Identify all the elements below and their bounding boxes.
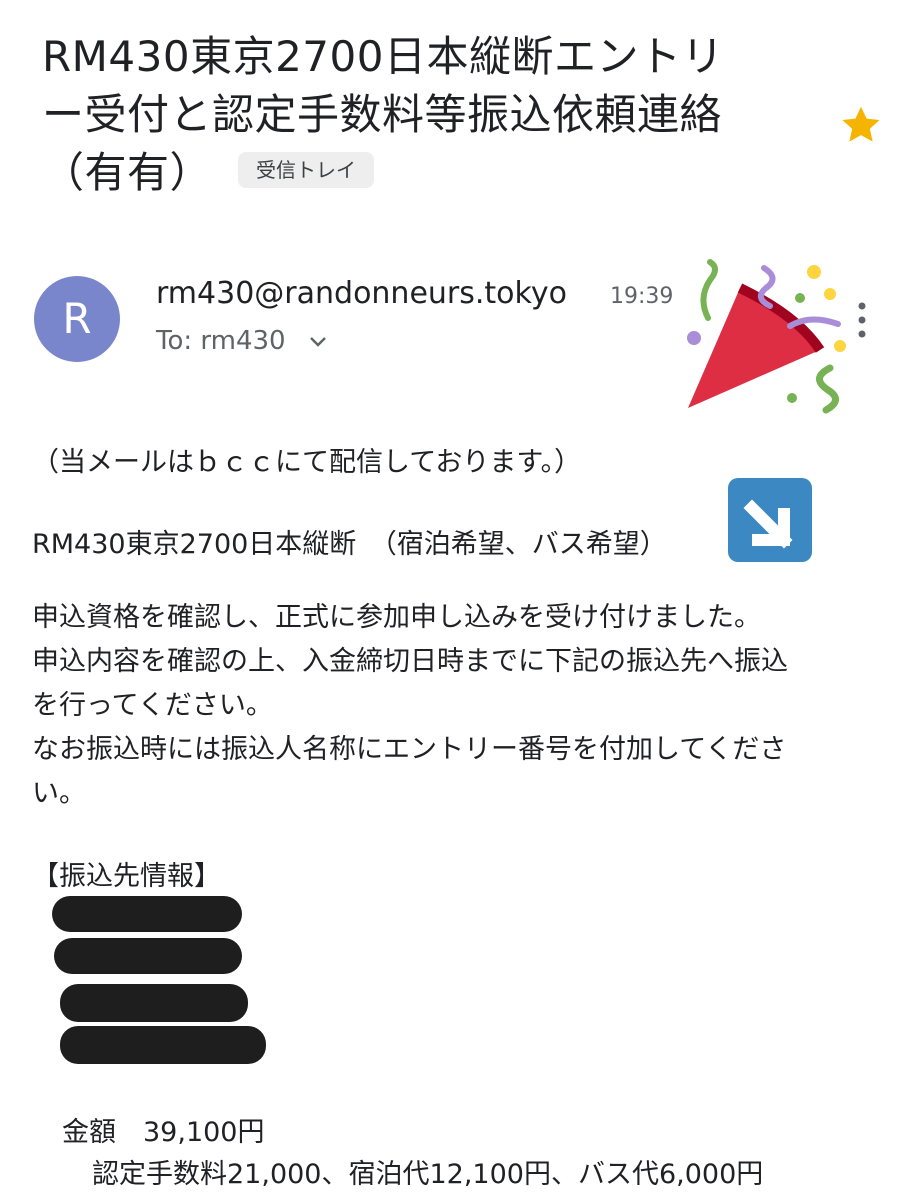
redacted-block — [60, 984, 248, 1022]
recipient-line[interactable]: To: rm430 — [156, 326, 330, 356]
subject-line-3: （有有） 受信トレイ — [42, 144, 832, 202]
chevron-down-icon[interactable] — [306, 330, 330, 354]
amount-line: 金額 39,100円 — [62, 1117, 265, 1148]
fee-breakdown: 認定手数料21,000、宿泊代12,100円、バス代6,000円 — [92, 1159, 764, 1190]
event-line: RM430東京2700日本縦断 （宿泊希望、バス希望） — [32, 529, 667, 560]
party-popper-icon — [687, 259, 846, 414]
para-line: い。 — [32, 778, 86, 809]
redacted-block — [54, 938, 242, 974]
inbox-label-chip[interactable]: 受信トレイ — [238, 151, 375, 188]
subject-line-2: ー受付と認定手数料等振込依頼連絡 — [42, 90, 723, 139]
subject-line-1: RM430東京2700日本縦断エントリ — [42, 32, 724, 81]
sender-address[interactable]: rm430@randonneurs.tokyo — [156, 276, 567, 311]
email-subject: RM430東京2700日本縦断エントリ ー受付と認定手数料等振込依頼連絡 （有有… — [42, 28, 832, 202]
subject-suffix: （有有） — [42, 148, 213, 197]
redacted-block — [52, 896, 242, 932]
para-line: 申込内容を確認の上、入金締切日時までに下記の振込先へ振込 — [32, 646, 788, 677]
instructions-paragraph: 申込資格を確認し、正式に参加申し込みを受け付けました。 申込内容を確認の上、入金… — [32, 596, 872, 816]
timestamp: 19:39 — [610, 284, 674, 309]
bcc-notice: （当メールはｂｃｃにて配信しております。） — [32, 447, 582, 478]
para-line: 申込資格を確認し、正式に参加申し込みを受け付けました。 — [32, 602, 761, 633]
para-line: を行ってください。 — [32, 690, 273, 721]
avatar-initial: R — [62, 294, 92, 343]
sender-avatar[interactable]: R — [34, 276, 120, 362]
bank-info-header: 【振込先情報】 — [32, 861, 221, 892]
down-arrow-icon — [728, 478, 812, 562]
star-icon[interactable] — [838, 102, 884, 148]
para-line: なお振込時には振込人名称にエントリー番号を付加してくださ — [32, 734, 787, 765]
redacted-block — [60, 1026, 266, 1064]
more-vert-icon[interactable] — [852, 300, 872, 340]
recipient-text: To: rm430 — [156, 326, 286, 356]
